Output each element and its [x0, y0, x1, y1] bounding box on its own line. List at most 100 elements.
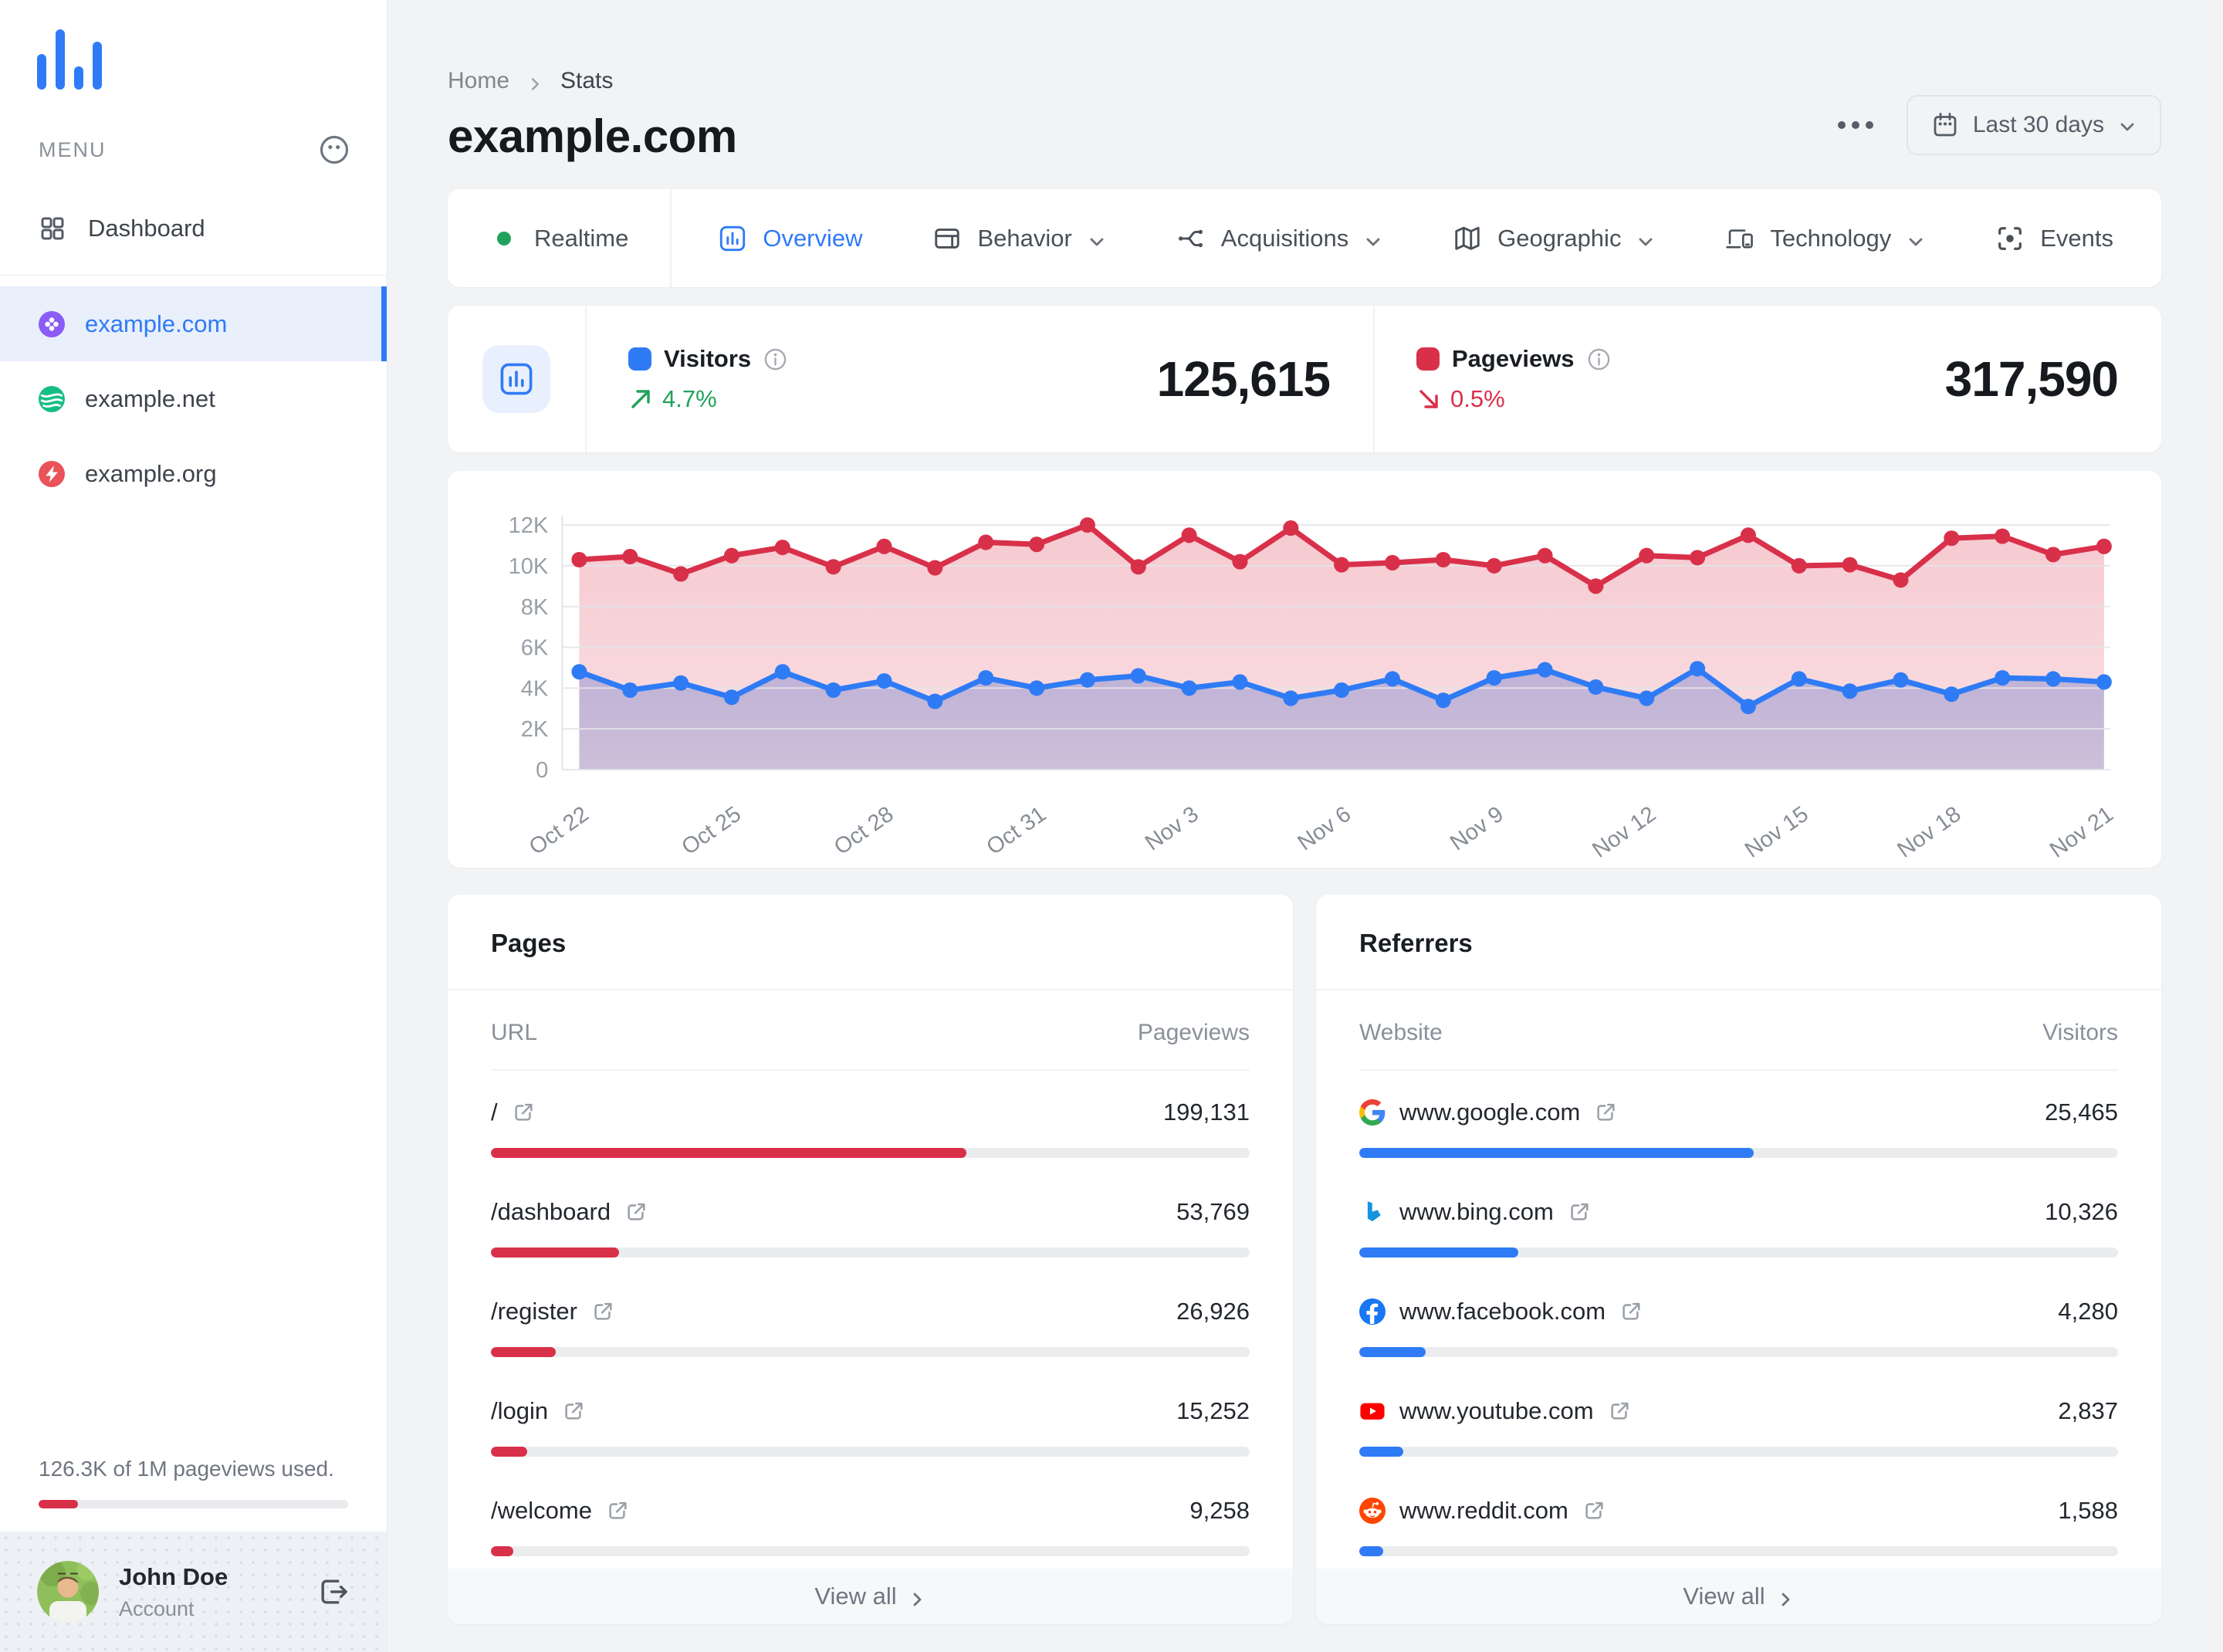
row-link[interactable]: www.youtube.com [1359, 1397, 1631, 1425]
row-bar [1359, 1447, 2118, 1457]
tab-behavior[interactable]: Behavior [932, 224, 1105, 253]
user-name: John Doe [119, 1562, 228, 1590]
bing-icon [1359, 1199, 1386, 1225]
sidebar-divider [0, 275, 387, 276]
row-label: / [491, 1099, 498, 1126]
chevron-down-icon [2118, 116, 2137, 134]
tab-events[interactable]: Events [1995, 224, 2113, 253]
info-icon[interactable] [1587, 347, 1611, 371]
row-link[interactable]: / [491, 1099, 535, 1126]
row-value: 199,131 [1162, 1099, 1250, 1126]
row-link[interactable]: www.facebook.com [1359, 1298, 1643, 1325]
traffic-chart-card: 0 2K 4K 6K 8K 10K 12K Oct 22 Oct 25 Oct 28 Oct 31… [448, 471, 2161, 868]
youtube-icon [1359, 1398, 1386, 1424]
row-link[interactable]: www.reddit.com [1359, 1497, 1606, 1525]
view-all-label: View all [814, 1583, 897, 1610]
table-row: www.google.com 25,465 [1359, 1071, 2118, 1170]
svg-text:Nov 12: Nov 12 [1588, 802, 1660, 862]
row-value: 1,588 [2058, 1497, 2118, 1524]
tab-bar: Realtime Overview Behavior Acquisitions Geog… [448, 189, 2161, 287]
account-section[interactable]: John Doe Account [0, 1532, 387, 1652]
site-list: example.com example.net example.org [0, 286, 387, 511]
reddit-icon [1359, 1498, 1386, 1524]
svg-text:2K: 2K [521, 717, 549, 742]
theme-toggle-icon[interactable] [317, 133, 351, 167]
realtime-dot-icon [489, 224, 519, 253]
pageviews-stat: Pageviews 0.5% 317,590 [1375, 345, 2161, 413]
row-label: /register [491, 1298, 577, 1325]
tab-label: Behavior [977, 224, 1072, 252]
tab-acquisitions[interactable]: Acquisitions [1176, 224, 1382, 253]
tab-label: Overview [763, 224, 863, 252]
svg-text:0: 0 [536, 758, 548, 783]
referrers-col-website: Website [1359, 1020, 1443, 1045]
row-bar [1359, 1148, 2118, 1158]
acquisitions-icon [1176, 224, 1206, 253]
usage-text: 126.3K of 1M pageviews used. [39, 1457, 334, 1481]
visitors-value: 125,615 [1156, 351, 1331, 407]
pageviews-label: Pageviews [1452, 345, 1575, 372]
row-link[interactable]: www.bing.com [1359, 1198, 1591, 1226]
technology-icon [1725, 224, 1754, 253]
svg-text:Nov 15: Nov 15 [1741, 802, 1813, 862]
row-value: 26,926 [1176, 1298, 1250, 1325]
table-row: www.reddit.com 1,588 [1359, 1469, 2118, 1569]
site-label: example.com [85, 310, 228, 337]
tab-label: Geographic [1497, 224, 1622, 252]
external-link-icon [512, 1101, 535, 1124]
row-label: /login [491, 1397, 549, 1424]
external-link-icon [591, 1300, 614, 1323]
more-options-icon[interactable] [1836, 117, 1876, 133]
pages-view-all-button[interactable]: View all [448, 1569, 1293, 1624]
row-label: www.youtube.com [1399, 1397, 1594, 1424]
pageviews-change: 0.5% [1450, 385, 1505, 412]
row-link[interactable]: /register [491, 1298, 614, 1325]
row-link[interactable]: /dashboard [491, 1198, 648, 1226]
referrers-view-all-button[interactable]: View all [1316, 1569, 2161, 1624]
pageviews-swatch [1416, 347, 1440, 371]
sidebar-item-example.net[interactable]: example.net [0, 361, 387, 436]
geographic-icon [1453, 224, 1482, 253]
svg-text:Nov 9: Nov 9 [1446, 802, 1508, 856]
table-row: /register 26,926 [491, 1270, 1250, 1369]
visitors-change: 4.7% [662, 385, 717, 412]
main-content: Home Stats example.com Last 30 days Real… [387, 0, 2223, 1652]
user-role: Account [119, 1596, 195, 1620]
table-row: /login 15,252 [491, 1369, 1250, 1469]
breadcrumb-home[interactable]: Home [448, 68, 509, 94]
sidebar-item-example.com[interactable]: example.com [0, 286, 387, 361]
date-range-button[interactable]: Last 30 days [1906, 95, 2161, 155]
info-icon[interactable] [763, 347, 787, 371]
svg-text:Nov 6: Nov 6 [1294, 802, 1356, 856]
chevron-right-icon [526, 73, 543, 90]
external-link-icon [1568, 1200, 1591, 1224]
site-favicon-icon [39, 385, 65, 412]
tab-technology[interactable]: Technology [1725, 224, 1925, 253]
sidebar-item-label: Dashboard [88, 215, 205, 242]
row-link[interactable]: /welcome [491, 1497, 629, 1525]
site-favicon-icon [39, 460, 65, 487]
referrers-col-visitors: Visitors [2042, 1020, 2118, 1045]
row-link[interactable]: /login [491, 1397, 585, 1425]
row-label: /dashboard [491, 1198, 611, 1225]
behavior-icon [932, 224, 962, 253]
logout-icon[interactable] [316, 1574, 351, 1610]
chevron-down-icon [1636, 229, 1655, 248]
tab-realtime[interactable]: Realtime [448, 189, 672, 287]
table-row: /welcome 9,258 [491, 1469, 1250, 1569]
page-title: example.com [448, 110, 737, 162]
row-link[interactable]: www.google.com [1359, 1099, 1617, 1126]
tab-geographic[interactable]: Geographic [1453, 224, 1655, 253]
avatar [37, 1561, 99, 1623]
svg-text:Nov 3: Nov 3 [1141, 802, 1203, 856]
row-bar [491, 1447, 1250, 1457]
svg-text:6K: 6K [521, 636, 549, 661]
sidebar-item-example.org[interactable]: example.org [0, 436, 387, 511]
view-all-label: View all [1683, 1583, 1765, 1610]
sidebar-item-dashboard[interactable]: Dashboard [0, 195, 387, 262]
row-label: www.facebook.com [1399, 1298, 1606, 1325]
tab-overview[interactable]: Overview [718, 224, 863, 253]
row-value: 15,252 [1176, 1397, 1250, 1424]
row-label: /welcome [491, 1497, 592, 1524]
row-label: www.reddit.com [1399, 1497, 1568, 1524]
